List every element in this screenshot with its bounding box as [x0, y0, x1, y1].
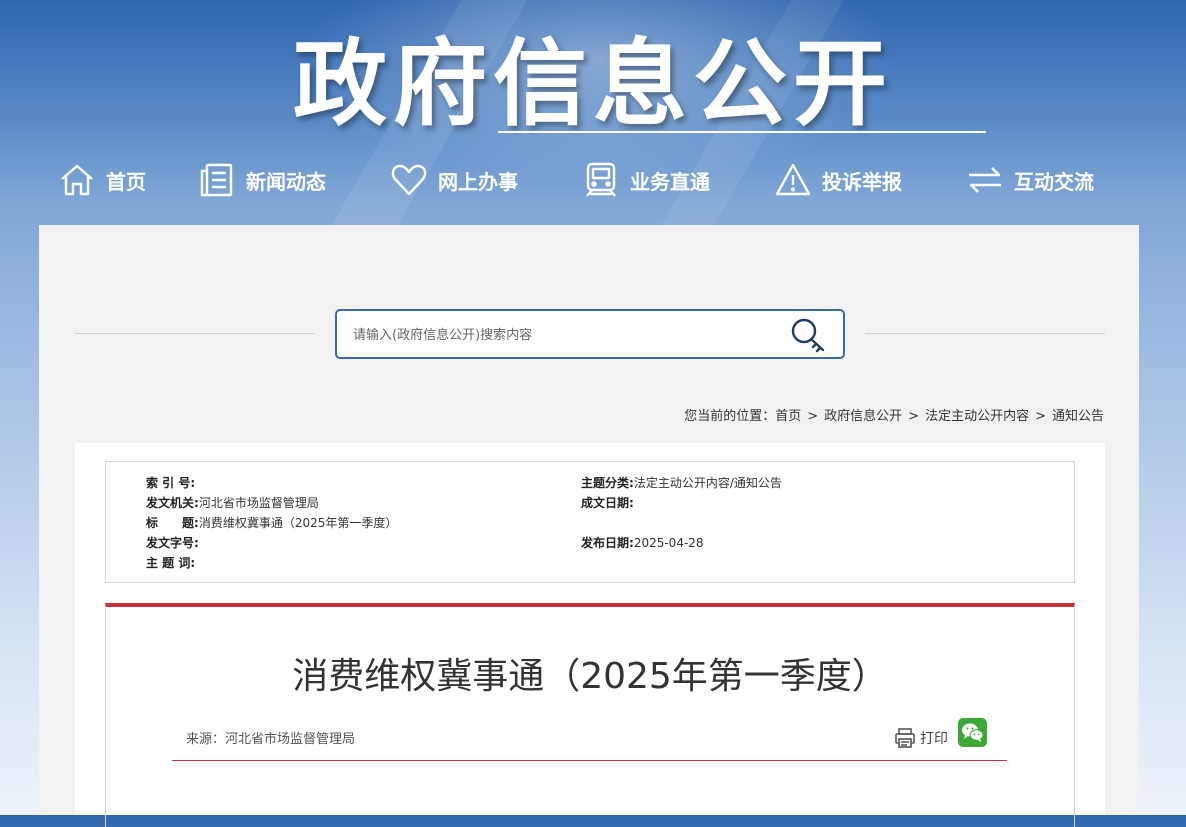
- meta-keywords: 主 题 词:: [146, 554, 195, 571]
- heart-icon: [391, 164, 427, 196]
- meta-published-date: 发布日期:2025-04-28: [581, 534, 704, 551]
- print-label: 打印: [920, 731, 948, 747]
- article-frame: 消费维权冀事通（2025年第一季度） 来源：河北省市场监督管理局 打印: [105, 603, 1075, 827]
- breadcrumb: 您当前的位置：首页 > 政府信息公开 > 法定主动公开内容 > 通知公告: [684, 405, 1104, 424]
- nav-item-interaction[interactable]: 互动交流: [966, 155, 1094, 205]
- article-title: 消费维权冀事通（2025年第一季度）: [292, 656, 888, 697]
- search-input[interactable]: [351, 311, 775, 359]
- breadcrumb-prefix: 您当前的位置：: [684, 409, 776, 424]
- exchange-icon: [969, 167, 1001, 193]
- page-banner-title: 政府信息公开: [292, 30, 893, 139]
- nav-item-news[interactable]: 新闻动态: [198, 155, 326, 205]
- breadcrumb-separator: >: [1035, 409, 1046, 424]
- meta-label: 发文机关:: [146, 496, 199, 510]
- meta-label: 主 题 词:: [146, 556, 196, 570]
- meta-label: 发布日期:: [581, 536, 634, 550]
- nav-item-business[interactable]: 业务直通: [582, 155, 710, 205]
- article-header-rule: [172, 760, 1007, 761]
- nav-item-online-service[interactable]: 网上办事: [390, 155, 518, 205]
- news-icon: [200, 163, 233, 197]
- warning-icon: [775, 163, 811, 196]
- breadcrumb-item-gov-info[interactable]: 政府信息公开: [824, 409, 902, 424]
- breadcrumb-item-home[interactable]: 首页: [775, 409, 801, 424]
- meta-label: 成文日期:: [581, 496, 634, 510]
- document-metadata: 索 引 号: 发文机关:河北省市场监督管理局 标 题:消费维权冀事通（2025年…: [105, 461, 1075, 583]
- nav-label: 网上办事: [438, 169, 518, 194]
- meta-value: 法定主动公开内容/通知公告: [633, 476, 782, 490]
- nav-label: 首页: [106, 169, 146, 194]
- nav-label: 互动交流: [1014, 169, 1094, 194]
- meta-doc-number: 发文字号:: [146, 534, 199, 551]
- nav-label: 投诉举报: [822, 169, 902, 194]
- nav-label: 业务直通: [630, 169, 710, 194]
- nav-label: 新闻动态: [246, 169, 326, 194]
- wechat-share-button[interactable]: [958, 718, 987, 747]
- meta-label: 索 引 号:: [146, 476, 196, 490]
- divider: [865, 333, 1105, 334]
- train-icon: [586, 162, 616, 197]
- meta-created-date: 成文日期:: [581, 494, 634, 511]
- breadcrumb-separator: >: [908, 409, 920, 424]
- banner-underline: [498, 131, 986, 133]
- printer-icon: [895, 728, 915, 748]
- meta-value: 2025-04-28: [633, 536, 704, 550]
- nav-item-home[interactable]: 首页: [58, 155, 146, 205]
- nav-item-complaint[interactable]: 投诉举报: [774, 155, 902, 205]
- meta-value: 消费维权冀事通（2025年第一季度）: [198, 516, 398, 530]
- content-area: 索 引 号: 发文机关:河北省市场监督管理局 标 题:消费维权冀事通（2025年…: [75, 443, 1105, 827]
- search-box: [335, 309, 845, 359]
- search-icon[interactable]: [789, 317, 827, 353]
- meta-issuer: 发文机关:河北省市场监督管理局: [146, 494, 319, 511]
- meta-index: 索 引 号:: [146, 474, 195, 491]
- article-source: 来源：河北省市场监督管理局: [186, 728, 355, 747]
- source-label: 来源：: [186, 732, 226, 747]
- breadcrumb-separator: >: [807, 409, 819, 424]
- meta-label: 标 题:: [146, 516, 199, 530]
- breadcrumb-item-notice[interactable]: 通知公告: [1052, 409, 1104, 424]
- print-button[interactable]: 打印: [894, 727, 948, 749]
- breadcrumb-item-statutory[interactable]: 法定主动公开内容: [925, 409, 1029, 424]
- meta-category: 主题分类:法定主动公开内容/通知公告: [581, 474, 782, 491]
- wechat-icon: [962, 723, 984, 742]
- divider: [75, 333, 315, 334]
- main-panel: 您当前的位置：首页 > 政府信息公开 > 法定主动公开内容 > 通知公告 索 引 号: 发文…: [39, 225, 1139, 827]
- meta-title: 标 题:消费维权冀事通（2025年第一季度）: [146, 514, 397, 531]
- meta-value: 河北省市场监督管理局: [198, 496, 319, 510]
- main-nav: 首页 新闻动态 网上办事 业务直通 投诉举报 互动交流: [0, 155, 1186, 205]
- home-icon: [61, 164, 93, 196]
- source-value: 河北省市场监督管理局: [225, 732, 356, 747]
- meta-label: 发文字号:: [146, 536, 199, 550]
- meta-label: 主题分类:: [581, 476, 634, 490]
